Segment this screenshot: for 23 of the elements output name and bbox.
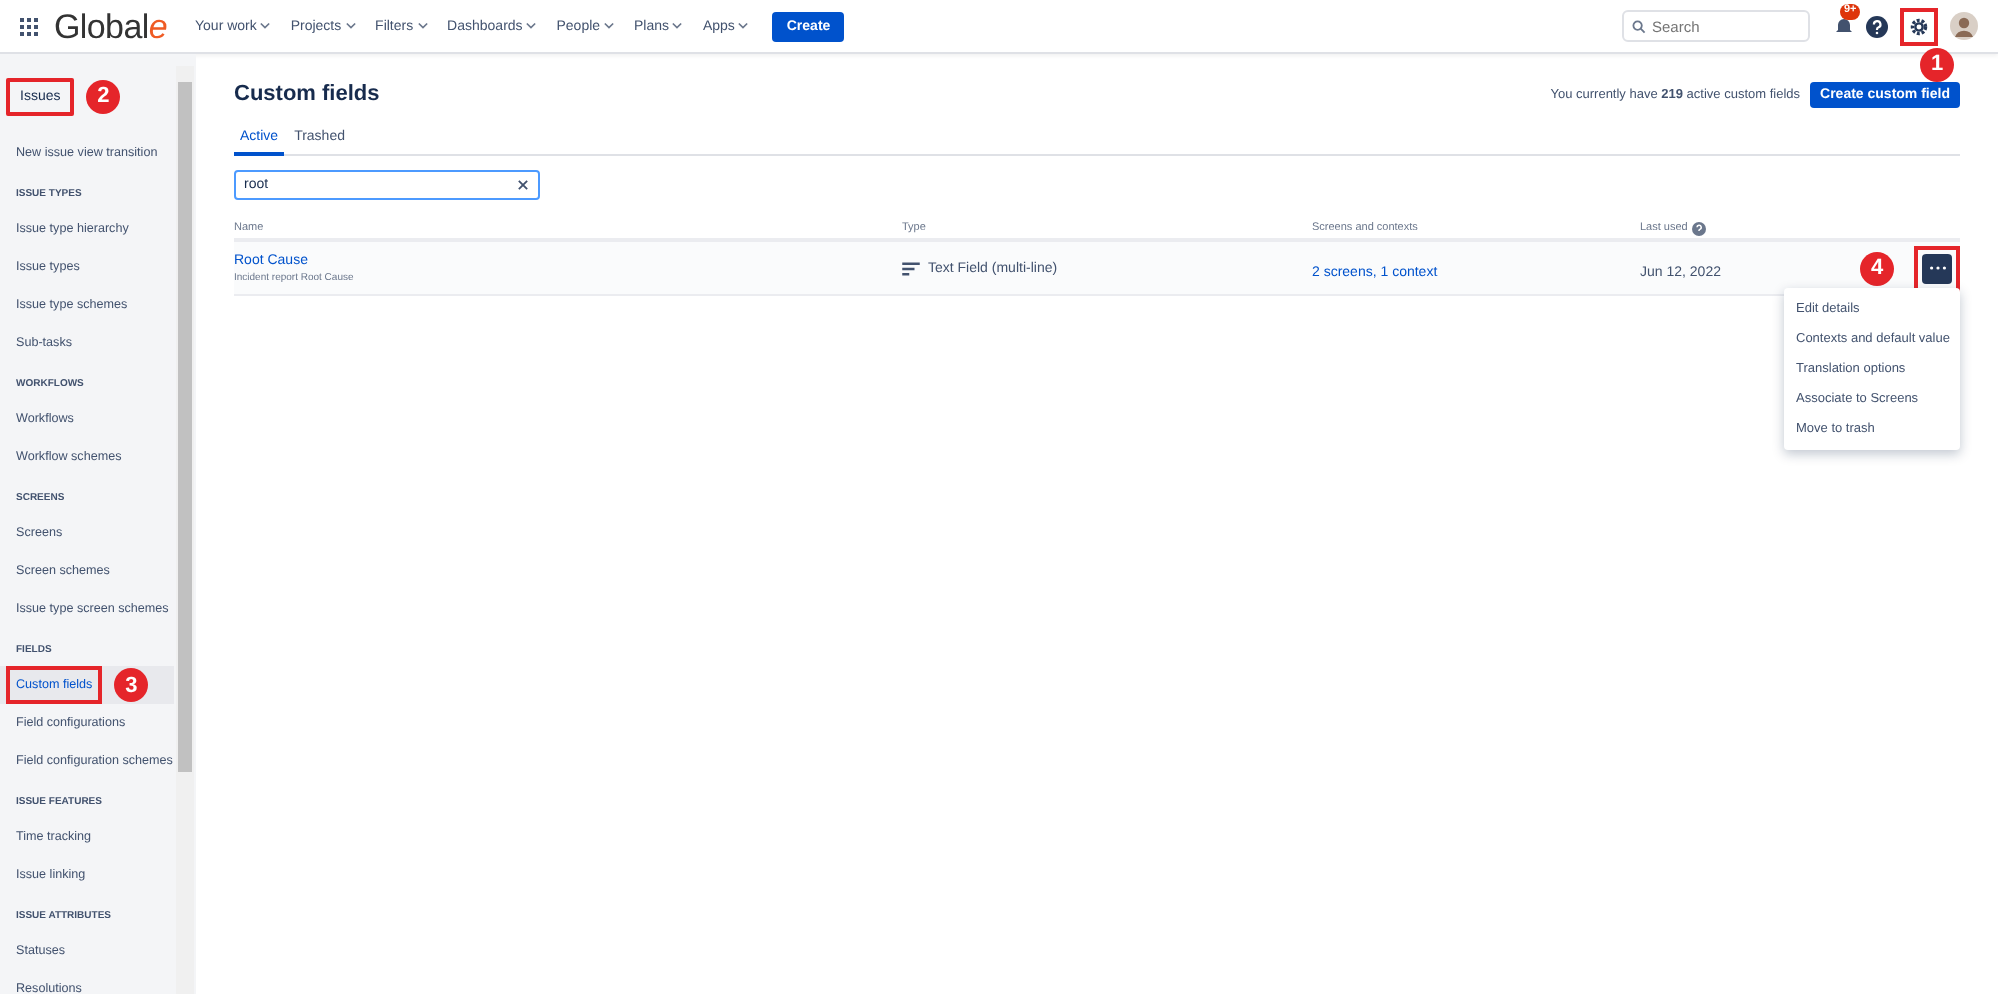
avatar-icon[interactable] xyxy=(1950,12,1978,40)
app-grid-icon[interactable] xyxy=(20,17,38,35)
step-number: 4 xyxy=(1860,251,1894,285)
text-lines-icon xyxy=(902,261,920,275)
chevron-down-icon xyxy=(417,21,428,29)
step-number: 2 xyxy=(86,79,121,113)
step-number: 3 xyxy=(114,668,149,702)
scrollbar[interactable] xyxy=(176,66,194,994)
logo[interactable]: Globale xyxy=(54,9,167,43)
chevron-down-icon xyxy=(738,21,749,29)
chevron-down-icon xyxy=(260,21,271,29)
clear-icon[interactable] xyxy=(518,180,528,190)
step-number: 1 xyxy=(1920,47,1954,81)
page-title: Custom fields xyxy=(234,82,382,106)
chevron-down-icon xyxy=(604,21,614,29)
settings-icon[interactable] xyxy=(1908,15,1930,37)
more-actions-button[interactable] xyxy=(1922,253,1952,283)
chevron-down-icon xyxy=(526,21,537,29)
chevron-down-icon xyxy=(345,21,356,29)
notification-icon[interactable] xyxy=(1834,16,1854,36)
search-icon xyxy=(1632,19,1646,33)
help-icon[interactable] xyxy=(1866,15,1888,37)
chevron-down-icon xyxy=(672,21,683,29)
